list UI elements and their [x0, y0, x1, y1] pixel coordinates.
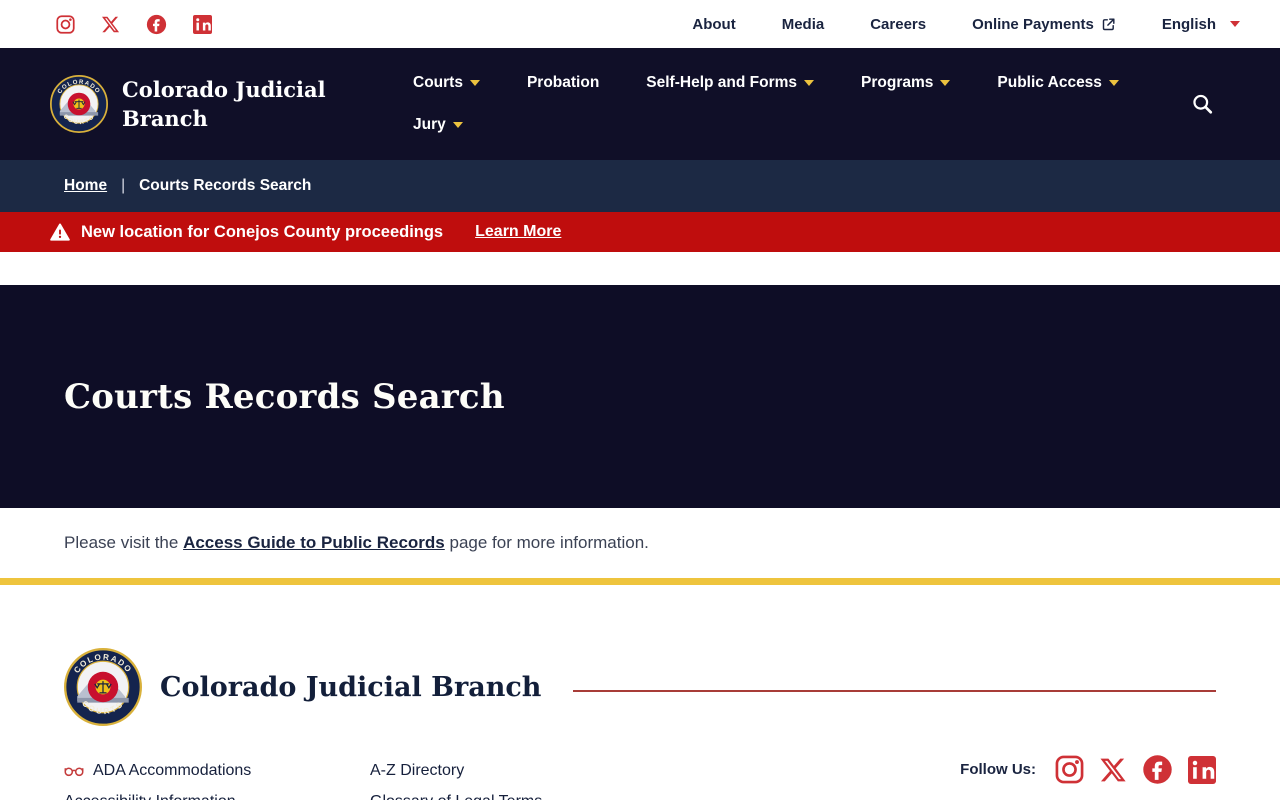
utility-bar: About Media Careers Online Payments Engl… — [0, 0, 1280, 48]
main-navigation: Courts Probation Self-Help and Forms Pro… — [413, 48, 1188, 160]
footer-brand-row: COLORADO COURTS Colorado Judicial Branch — [64, 585, 1216, 726]
search-icon — [1191, 93, 1214, 116]
footer-links: ADA Accommodations A-Z Directory Accessi… — [64, 760, 542, 800]
chevron-down-icon — [469, 80, 480, 86]
about-link[interactable]: About — [692, 16, 735, 33]
media-label: Media — [781, 15, 825, 33]
about-label: About — [692, 15, 736, 33]
footer: COLORADO COURTS Colorado Judicial Branch… — [0, 585, 1280, 800]
content-section: Please visit the Access Guide to Public … — [0, 508, 1280, 578]
footer-bottom: ADA Accommodations A-Z Directory Accessi… — [64, 755, 1216, 800]
chevron-down-icon — [452, 122, 463, 128]
content-text-after: page for more information. — [444, 533, 649, 552]
ada-accommodations-link[interactable]: ADA Accommodations — [64, 760, 370, 782]
header-social-links — [56, 14, 212, 35]
site-logo-home-link[interactable]: COLORADO COURTS Colorado Judicial Branch — [50, 75, 326, 133]
page: About Media Careers Online Payments Engl… — [0, 0, 1280, 800]
online-payments-link[interactable]: Online Payments — [972, 16, 1116, 33]
nav-programs[interactable]: Programs — [861, 72, 951, 94]
access-guide-link[interactable]: Access Guide to Public Records — [183, 533, 445, 552]
nav-courts-label: Courts — [413, 74, 463, 91]
search-button[interactable] — [1191, 93, 1214, 116]
facebook-icon[interactable] — [1142, 754, 1173, 785]
warning-icon — [50, 223, 70, 241]
footer-social-section: Follow Us: — [960, 754, 1216, 785]
alert-message: New location for Conejos County proceedi… — [81, 222, 444, 241]
site-title-line2: Branch — [122, 106, 208, 131]
glossary-label: Glossary of Legal Terms — [370, 793, 542, 800]
careers-label: Careers — [870, 15, 927, 33]
footer-divider-line — [573, 689, 1216, 693]
x-icon[interactable] — [101, 15, 120, 34]
online-payments-label: Online Payments — [972, 15, 1094, 33]
alert-banner: New location for Conejos County proceedi… — [0, 212, 1280, 252]
instagram-icon[interactable] — [56, 14, 75, 34]
chevron-down-icon — [804, 80, 815, 86]
chevron-down-icon — [940, 80, 951, 86]
nav-jury[interactable]: Jury — [413, 114, 463, 136]
alert-learn-more-link[interactable]: Learn More — [475, 223, 561, 241]
accessibility-information-label: Accessibility Information — [64, 793, 236, 800]
nav-self-help-and-forms[interactable]: Self-Help and Forms — [646, 72, 815, 94]
utility-links: About Media Careers Online Payments Engl… — [692, 16, 1240, 33]
chevron-down-icon — [1230, 21, 1240, 27]
ada-accommodations-label: ADA Accommodations — [93, 762, 252, 779]
x-icon[interactable] — [1099, 756, 1127, 784]
site-title-line1: Colorado Judicial — [122, 77, 326, 102]
nav-probation[interactable]: Probation — [527, 72, 599, 94]
breadcrumb-home-link[interactable]: Home — [64, 177, 107, 195]
nav-jury-label: Jury — [413, 116, 446, 133]
content-paragraph: Please visit the Access Guide to Public … — [64, 533, 649, 553]
language-selector[interactable]: English — [1162, 16, 1240, 33]
colorado-courts-seal-logo: COLORADO COURTS — [50, 75, 108, 133]
linkedin-icon[interactable] — [1188, 755, 1216, 784]
careers-link[interactable]: Careers — [870, 16, 926, 33]
az-directory-label: A-Z Directory — [370, 762, 465, 779]
page-title: Courts Records Search — [64, 376, 505, 417]
content-text-before: Please visit the — [64, 533, 184, 552]
colorado-courts-seal-logo: COLORADO COURTS — [64, 648, 142, 726]
nav-courts[interactable]: Courts — [413, 72, 480, 94]
language-label: English — [1161, 15, 1216, 33]
chevron-down-icon — [1108, 80, 1119, 86]
gold-divider — [0, 578, 1280, 585]
footer-brand-title: Colorado Judicial Branch — [160, 671, 542, 703]
nav-probation-label: Probation — [526, 74, 600, 91]
nav-programs-label: Programs — [861, 74, 934, 91]
az-directory-link[interactable]: A-Z Directory — [370, 760, 542, 782]
main-header: COLORADO COURTS Colorado Judicial Branch… — [0, 48, 1280, 160]
breadcrumb-current-page: Courts Records Search — [139, 177, 312, 194]
site-title: Colorado Judicial Branch — [122, 75, 326, 133]
external-link-icon — [1101, 17, 1116, 32]
breadcrumb: Home | Courts Records Search — [0, 160, 1280, 212]
glasses-icon — [64, 765, 84, 777]
breadcrumb-separator: | — [121, 177, 126, 194]
nav-public-access-label: Public Access — [997, 74, 1102, 91]
facebook-icon[interactable] — [146, 14, 167, 35]
nav-public-access[interactable]: Public Access — [997, 72, 1119, 94]
spacer — [0, 252, 1280, 285]
media-link[interactable]: Media — [782, 16, 825, 33]
follow-us-label: Follow Us: — [960, 761, 1036, 778]
accessibility-information-link[interactable]: Accessibility Information — [64, 791, 370, 800]
instagram-icon[interactable] — [1055, 755, 1084, 784]
glossary-link[interactable]: Glossary of Legal Terms — [370, 791, 542, 800]
nav-self-help-label: Self-Help and Forms — [646, 74, 798, 91]
linkedin-icon[interactable] — [193, 14, 212, 34]
hero-section: Courts Records Search — [0, 285, 1280, 508]
